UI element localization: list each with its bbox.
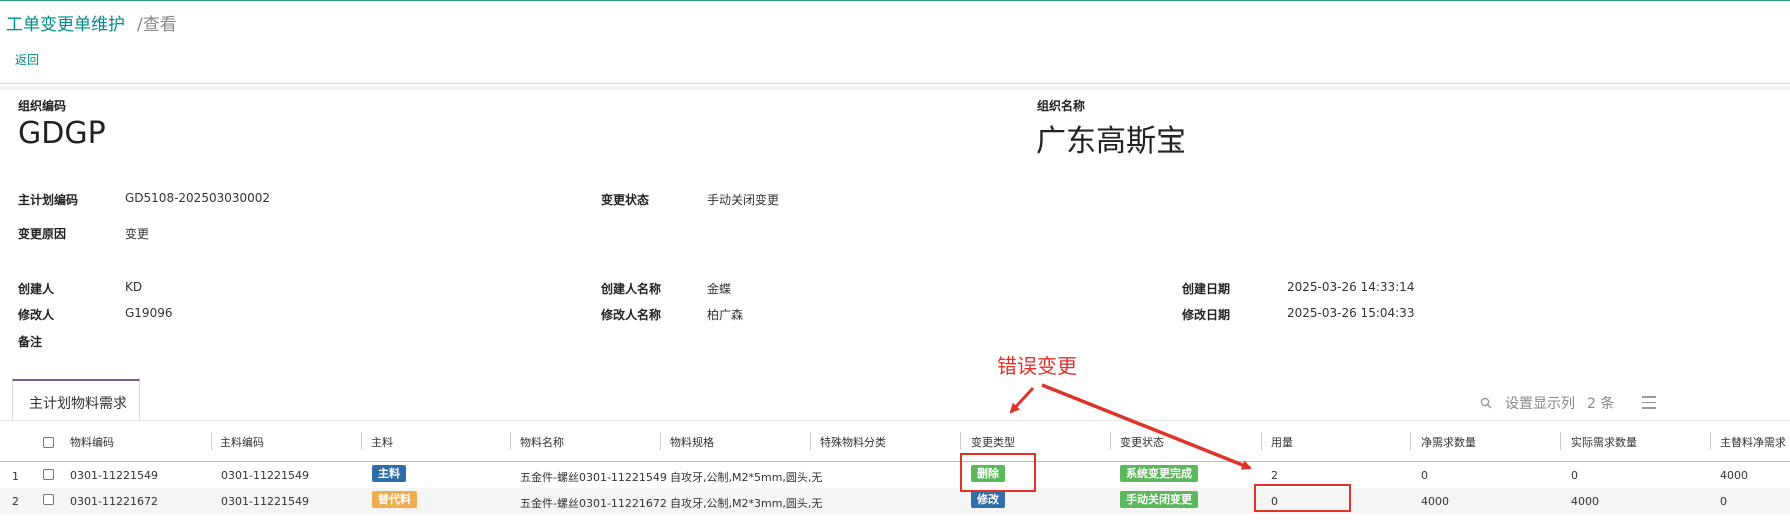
- arrow-to-usage: [1041, 383, 1252, 470]
- arrow-to-change-type: [1009, 386, 1035, 414]
- annotation-arrows: [1009, 383, 1252, 470]
